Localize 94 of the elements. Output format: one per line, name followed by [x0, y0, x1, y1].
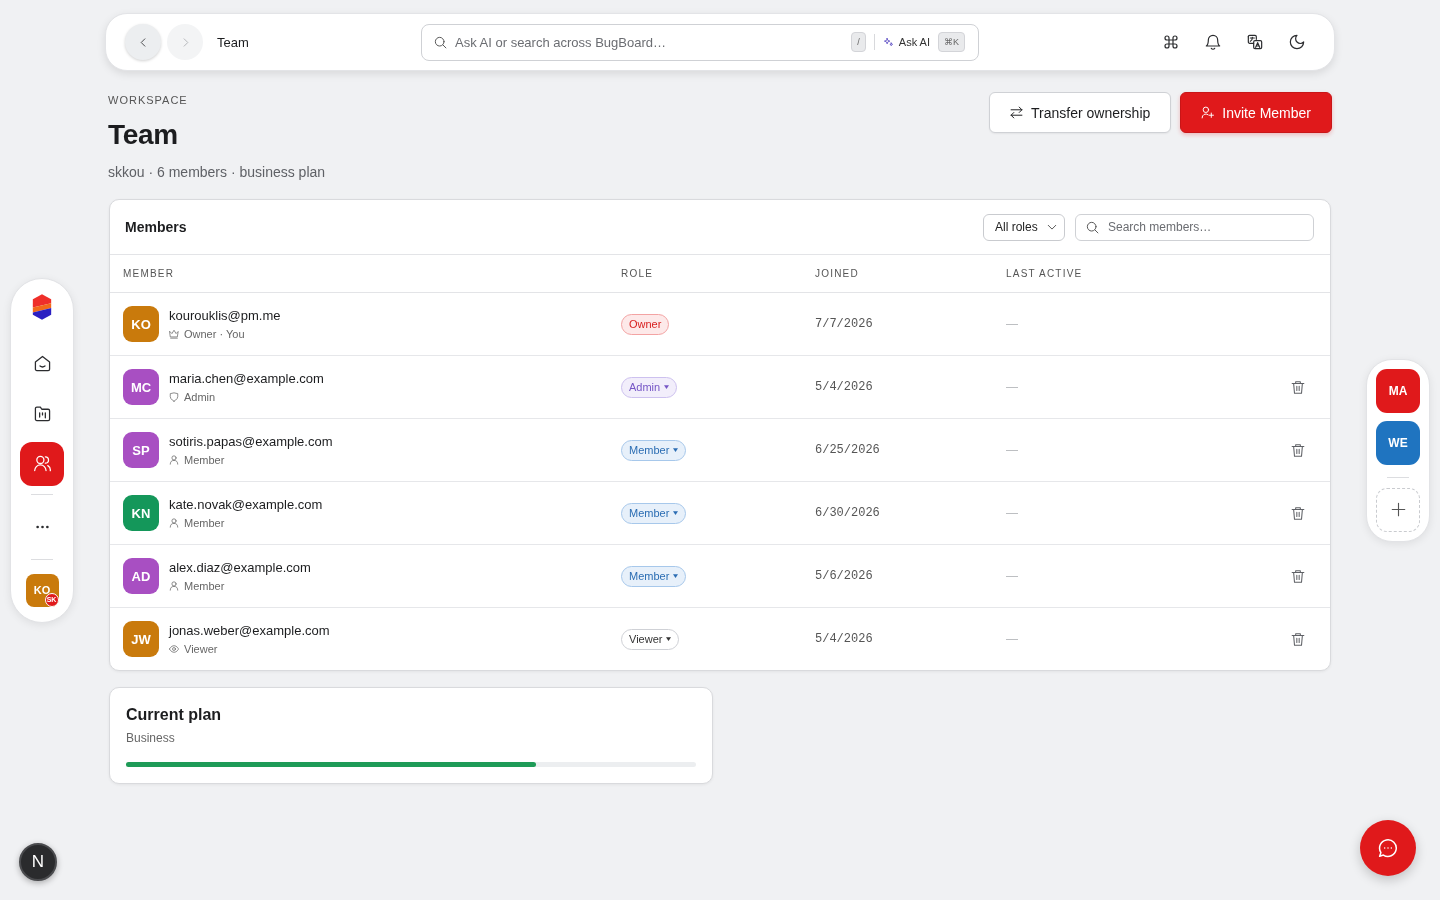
joined-date: 6/25/2026: [815, 443, 880, 457]
more-icon: [35, 524, 49, 529]
last-active: —: [1006, 506, 1018, 520]
member-avatar: AD: [123, 558, 159, 594]
sparkles-icon: [882, 36, 894, 48]
last-active: —: [1006, 317, 1018, 331]
member-email: alex.diaz@example.com: [169, 559, 311, 576]
transfer-ownership-button[interactable]: Transfer ownership: [989, 92, 1172, 133]
trash-icon: [1291, 631, 1305, 647]
joined-date: 6/30/2026: [815, 506, 880, 520]
bell-icon: [1205, 34, 1221, 50]
home-icon: [33, 355, 51, 372]
column-header: MEMBER: [123, 268, 176, 279]
role-badge[interactable]: Viewer: [621, 628, 680, 650]
search-icon: [1086, 220, 1099, 234]
user-icon: [169, 581, 179, 591]
role-badge[interactable]: Member: [621, 565, 687, 587]
column-header: LAST ACTIVE: [1006, 268, 1084, 279]
plus-icon: [1390, 502, 1406, 517]
trash-icon: [1291, 442, 1305, 458]
chevron-down-icon: [1047, 222, 1057, 232]
column-header: ROLE: [621, 268, 655, 279]
crown-icon: [169, 329, 179, 339]
trash-icon: [1291, 379, 1305, 395]
plan-title: Current plan: [126, 705, 223, 725]
shortcut-key: ⌘K: [938, 32, 965, 52]
workspace-button[interactable]: WE: [1376, 420, 1420, 465]
section-label: WORKSPACE: [108, 93, 189, 108]
search-input[interactable]: Ask AI or search across BugBoard…: [455, 34, 844, 50]
moon-icon: [1289, 34, 1305, 50]
joined-date: 5/4/2026: [815, 380, 873, 394]
joined-date: 5/4/2026: [815, 632, 873, 646]
caret-icon: [664, 385, 670, 389]
trash-icon: [1291, 505, 1305, 521]
search-field[interactable]: Ask AI or search across BugBoard… / Ask AI ⌘K: [421, 23, 979, 61]
member-avatar: MC: [123, 369, 159, 405]
caret-icon: [673, 574, 679, 578]
chat-icon: [1378, 838, 1398, 858]
chat-button[interactable]: [1360, 820, 1416, 876]
role-badge[interactable]: Member: [621, 439, 687, 461]
joined-date: 5/6/2026: [815, 569, 873, 583]
caret-icon: [666, 637, 672, 641]
member-role-note: Owner · You: [184, 327, 245, 341]
shield-icon: [169, 392, 179, 402]
user-plus-icon: [1201, 106, 1215, 119]
member-avatar: KN: [123, 495, 159, 531]
column-header: JOINED: [815, 268, 860, 279]
member-role-note: Member: [184, 453, 225, 467]
eye-icon: [169, 644, 179, 654]
joined-date: 7/7/2026: [815, 317, 873, 331]
caret-icon: [673, 448, 679, 452]
translate-icon: [1247, 34, 1263, 50]
dev-tools-button[interactable]: N: [19, 843, 57, 881]
last-active: —: [1006, 380, 1018, 394]
member-email: sotiris.papas@example.com: [169, 433, 333, 450]
member-role-note: Viewer: [184, 642, 218, 656]
card-title: Members: [125, 219, 187, 235]
member-search-field[interactable]: Search members…: [1075, 213, 1314, 241]
caret-icon: [673, 511, 679, 515]
member-avatar: SP: [123, 432, 159, 468]
shortcut-key: /: [851, 32, 866, 52]
last-active: —: [1006, 443, 1018, 457]
last-active: —: [1006, 632, 1018, 646]
users-icon: [33, 455, 51, 472]
logo-icon: [31, 292, 53, 321]
member-email: kate.novak@example.com: [169, 496, 323, 513]
user-icon: [169, 455, 179, 465]
command-icon: [1163, 34, 1179, 50]
page-heading: Team: [108, 118, 179, 152]
role-badge[interactable]: Admin: [621, 376, 678, 398]
user-icon: [169, 518, 179, 528]
folder-icon: [33, 405, 51, 422]
member-email: kourouklis@pm.me: [169, 307, 281, 324]
trash-icon: [1291, 568, 1305, 584]
workspace-button[interactable]: MA: [1376, 368, 1420, 413]
member-role-note: Member: [184, 516, 225, 530]
invite-member-button[interactable]: Invite Member: [1180, 92, 1332, 133]
member-email: jonas.weber@example.com: [169, 622, 330, 639]
page-title: Team: [217, 34, 249, 50]
search-icon: [434, 35, 447, 49]
role-filter-dropdown[interactable]: All roles: [983, 213, 1065, 241]
plan-name: Business: [126, 730, 176, 746]
arrows-icon: [1010, 106, 1023, 119]
role-badge: Owner: [621, 313, 670, 335]
member-email: maria.chen@example.com: [169, 370, 324, 387]
page-subtitle: skkou · 6 members · business plan: [108, 163, 326, 182]
member-role-note: Member: [184, 579, 225, 593]
last-active: —: [1006, 569, 1018, 583]
ask-ai-button[interactable]: Ask AI: [882, 36, 930, 48]
member-role-note: Admin: [184, 390, 216, 404]
member-search-input[interactable]: Search members…: [1108, 220, 1303, 234]
role-badge[interactable]: Member: [621, 502, 687, 524]
member-avatar: JW: [123, 621, 159, 657]
member-avatar: KO: [123, 306, 159, 342]
